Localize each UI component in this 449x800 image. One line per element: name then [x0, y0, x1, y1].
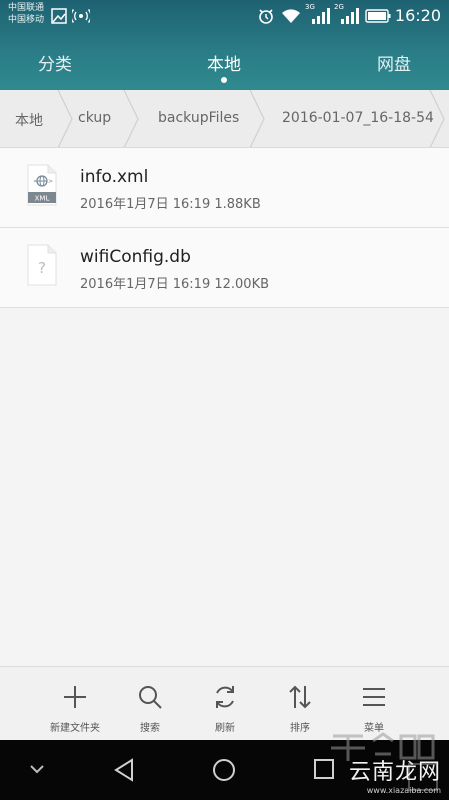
file-meta: 2016年1月7日 16:19 12.00KB [80, 277, 270, 292]
clock: 16:20 [394, 6, 441, 25]
breadcrumb-separator-icon [249, 90, 265, 147]
battery-icon [365, 9, 391, 23]
signal-icon-2 [341, 8, 359, 24]
new-folder-button[interactable]: 新建文件夹 [35, 667, 115, 741]
empty-area [0, 308, 449, 666]
active-tab-indicator [221, 77, 227, 83]
breadcrumb-item-backup[interactable]: ckup [78, 110, 111, 126]
watermark-url: www.xiazaiba.com [366, 786, 441, 795]
collapse-chevron-icon[interactable] [28, 762, 46, 776]
back-icon[interactable] [112, 757, 138, 783]
file-row[interactable]: < > XML info.xml 2016年1月7日 16:19 1.88KB [0, 148, 449, 228]
new-folder-label: 新建文件夹 [50, 723, 100, 734]
xml-file-icon: < > XML [27, 164, 57, 206]
breadcrumb: 本地 ckup backupFiles 2016-01-07_16-18-54 [0, 90, 449, 148]
carrier-labels: 中国联通 中国移动 [8, 2, 44, 26]
breadcrumb-separator-icon [123, 90, 139, 147]
breadcrumb-item-local[interactable]: 本地 [15, 110, 43, 130]
tab-cloud[interactable]: 网盘 [377, 50, 411, 75]
file-list: < > XML info.xml 2016年1月7日 16:19 1.88KB … [0, 148, 449, 308]
tab-category[interactable]: 分类 [38, 50, 72, 75]
xml-label: XML [35, 195, 50, 203]
watermark-title: 云南龙网 [348, 760, 441, 785]
unknown-mark: ? [38, 259, 46, 277]
breadcrumb-item-backupfiles[interactable]: backupFiles [158, 110, 239, 126]
breadcrumb-separator-icon [57, 90, 73, 147]
refresh-label: 刷新 [215, 723, 235, 734]
home-icon[interactable] [211, 757, 237, 783]
tab-bar: 分类 本地 网盘 [0, 40, 449, 90]
carrier-2: 中国移动 [8, 15, 45, 25]
breadcrumb-separator-icon [429, 90, 445, 147]
search-icon [139, 686, 162, 709]
unknown-file-icon: ? [27, 244, 57, 286]
file-row[interactable]: ? wifiConfig.db 2016年1月7日 16:19 12.00KB [0, 228, 449, 308]
app-header: 中国联通 中国移动 3G 2G 16:20 分类 本地 网盘 [0, 0, 449, 90]
search-button[interactable]: 搜索 [110, 667, 190, 741]
search-label: 搜索 [140, 723, 160, 734]
sort-icon [289, 685, 311, 709]
image-notification-icon [51, 8, 67, 24]
file-name: wifiConfig.db [80, 247, 191, 267]
svg-text:>: > [48, 178, 53, 185]
wifi-icon [282, 9, 300, 23]
refresh-icon [216, 686, 234, 708]
svg-text:<: < [33, 178, 38, 185]
file-name: info.xml [80, 167, 149, 187]
alarm-icon [259, 9, 273, 24]
status-bar: 中国联通 中国移动 3G 2G 16:20 [0, 0, 449, 32]
carrier-1: 中国联通 [8, 3, 45, 13]
breadcrumb-item-current-folder[interactable]: 2016-01-07_16-18-54 [282, 110, 434, 126]
file-meta: 2016年1月7日 16:19 1.88KB [80, 197, 261, 212]
hotspot-icon [72, 9, 90, 23]
plus-icon [64, 686, 86, 708]
tab-local[interactable]: 本地 [207, 50, 241, 75]
refresh-button[interactable]: 刷新 [185, 667, 265, 741]
signal-icon-1 [312, 8, 330, 24]
